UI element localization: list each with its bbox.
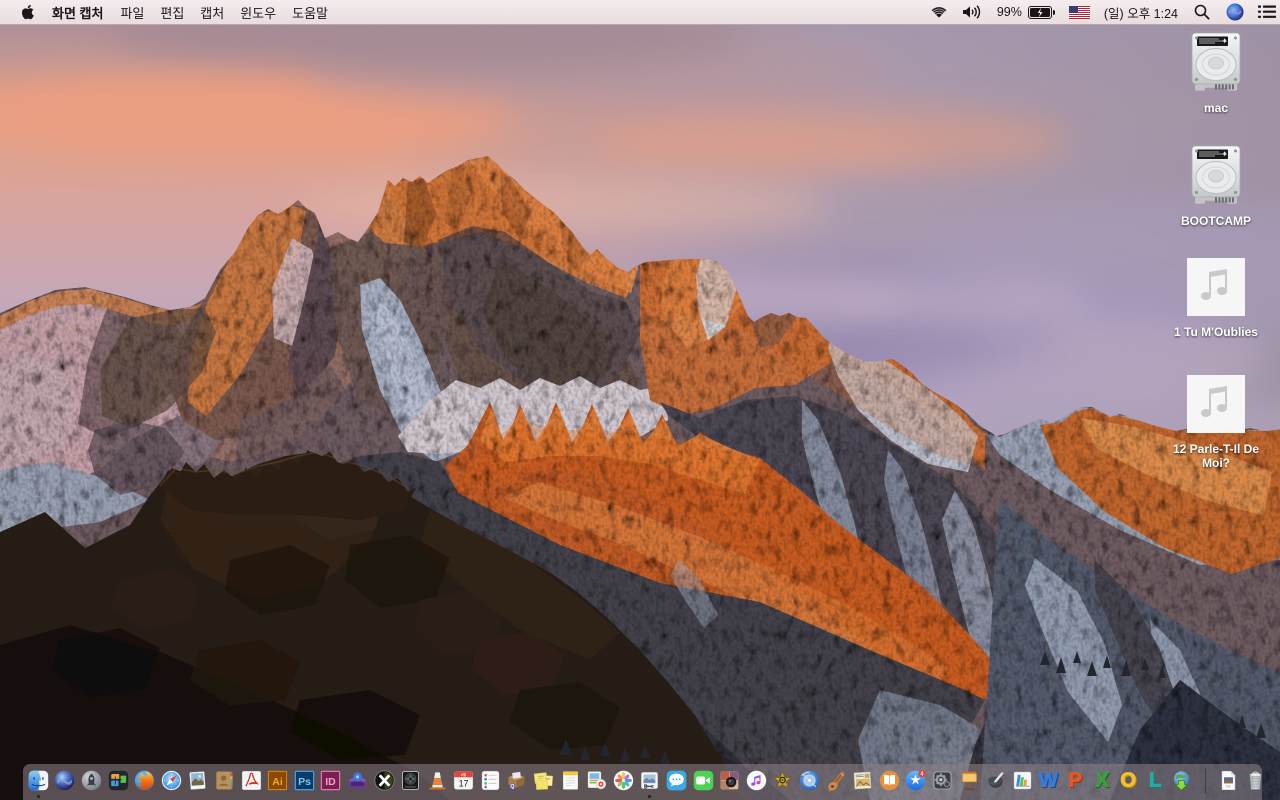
svg-text:L: L xyxy=(1149,770,1161,791)
svg-text:4: 4 xyxy=(921,771,924,777)
svg-text:Ps: Ps xyxy=(298,776,311,788)
svg-text:6월: 6월 xyxy=(461,772,466,777)
svg-text:17: 17 xyxy=(459,779,469,789)
svg-text:X: X xyxy=(1095,770,1109,791)
svg-text:Mga: Mga xyxy=(545,778,550,781)
svg-text:Ai: Ai xyxy=(272,776,283,788)
svg-text:P: P xyxy=(1068,770,1081,791)
svg-text:O: O xyxy=(1120,770,1136,791)
svg-text:ID: ID xyxy=(326,776,337,788)
svg-text:PDF: PDF xyxy=(1226,784,1232,788)
svg-text:W: W xyxy=(1039,770,1059,791)
svg-text:Q: Q xyxy=(511,784,515,790)
